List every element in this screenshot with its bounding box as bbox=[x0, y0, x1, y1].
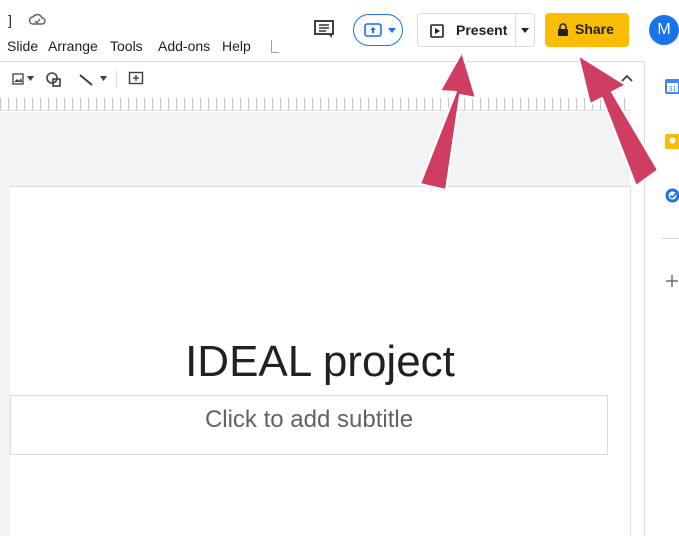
menu-add-ons[interactable]: Add-ons bbox=[158, 38, 210, 54]
dropdown-icon[interactable] bbox=[521, 28, 529, 33]
chevron-down-icon bbox=[388, 28, 396, 33]
menu-help[interactable]: Help bbox=[222, 38, 251, 54]
subtitle-placeholder: Click to add subtitle bbox=[11, 406, 607, 434]
slide[interactable]: IDEAL project Click to add subtitle bbox=[10, 186, 630, 547]
move-to-meet-icon bbox=[364, 23, 382, 37]
toolbar-divider bbox=[116, 71, 117, 88]
line-icon[interactable] bbox=[78, 73, 94, 87]
partial-icon: ] bbox=[8, 12, 12, 28]
tasks-icon[interactable] bbox=[665, 188, 679, 203]
add-comment-icon[interactable] bbox=[128, 71, 144, 87]
menu-arrange[interactable]: Arrange bbox=[48, 38, 98, 54]
chevron-down-icon[interactable] bbox=[100, 76, 107, 81]
present-button[interactable]: Present bbox=[417, 13, 535, 47]
vertical-scrollbar[interactable] bbox=[630, 186, 645, 536]
meet-present-button[interactable] bbox=[353, 14, 403, 46]
image-icon[interactable] bbox=[12, 73, 24, 85]
cloud-status-icon bbox=[28, 12, 46, 26]
collapse-toolbar-icon[interactable] bbox=[621, 74, 633, 82]
svg-text:31: 31 bbox=[669, 86, 677, 93]
slide-title[interactable]: IDEAL project bbox=[10, 337, 630, 387]
header: ] Slide Arrange Tools Add-ons Help Prese… bbox=[0, 0, 679, 62]
ruler bbox=[0, 98, 630, 111]
chevron-down-icon[interactable] bbox=[27, 76, 34, 81]
present-divider bbox=[515, 14, 516, 46]
present-label: Present bbox=[456, 22, 507, 38]
comment-icon[interactable] bbox=[313, 19, 335, 39]
present-icon bbox=[430, 24, 444, 38]
add-icon[interactable] bbox=[666, 275, 678, 287]
toolbar bbox=[0, 62, 644, 96]
side-panel-divider bbox=[661, 238, 679, 239]
shape-icon[interactable] bbox=[45, 71, 63, 87]
lock-icon bbox=[558, 23, 568, 36]
side-panel: 31 bbox=[644, 62, 679, 536]
keep-icon[interactable] bbox=[665, 134, 679, 149]
share-label: Share bbox=[575, 21, 614, 37]
share-button[interactable]: Share bbox=[545, 13, 629, 47]
subtitle-placeholder-box[interactable]: Click to add subtitle bbox=[10, 395, 608, 455]
menu-slide[interactable]: Slide bbox=[7, 38, 38, 54]
last-edit-indicator[interactable] bbox=[271, 40, 279, 53]
avatar[interactable]: M bbox=[649, 15, 679, 45]
menu-tools[interactable]: Tools bbox=[110, 38, 143, 54]
calendar-icon[interactable]: 31 bbox=[665, 79, 679, 94]
ruler-ticks bbox=[0, 98, 630, 110]
